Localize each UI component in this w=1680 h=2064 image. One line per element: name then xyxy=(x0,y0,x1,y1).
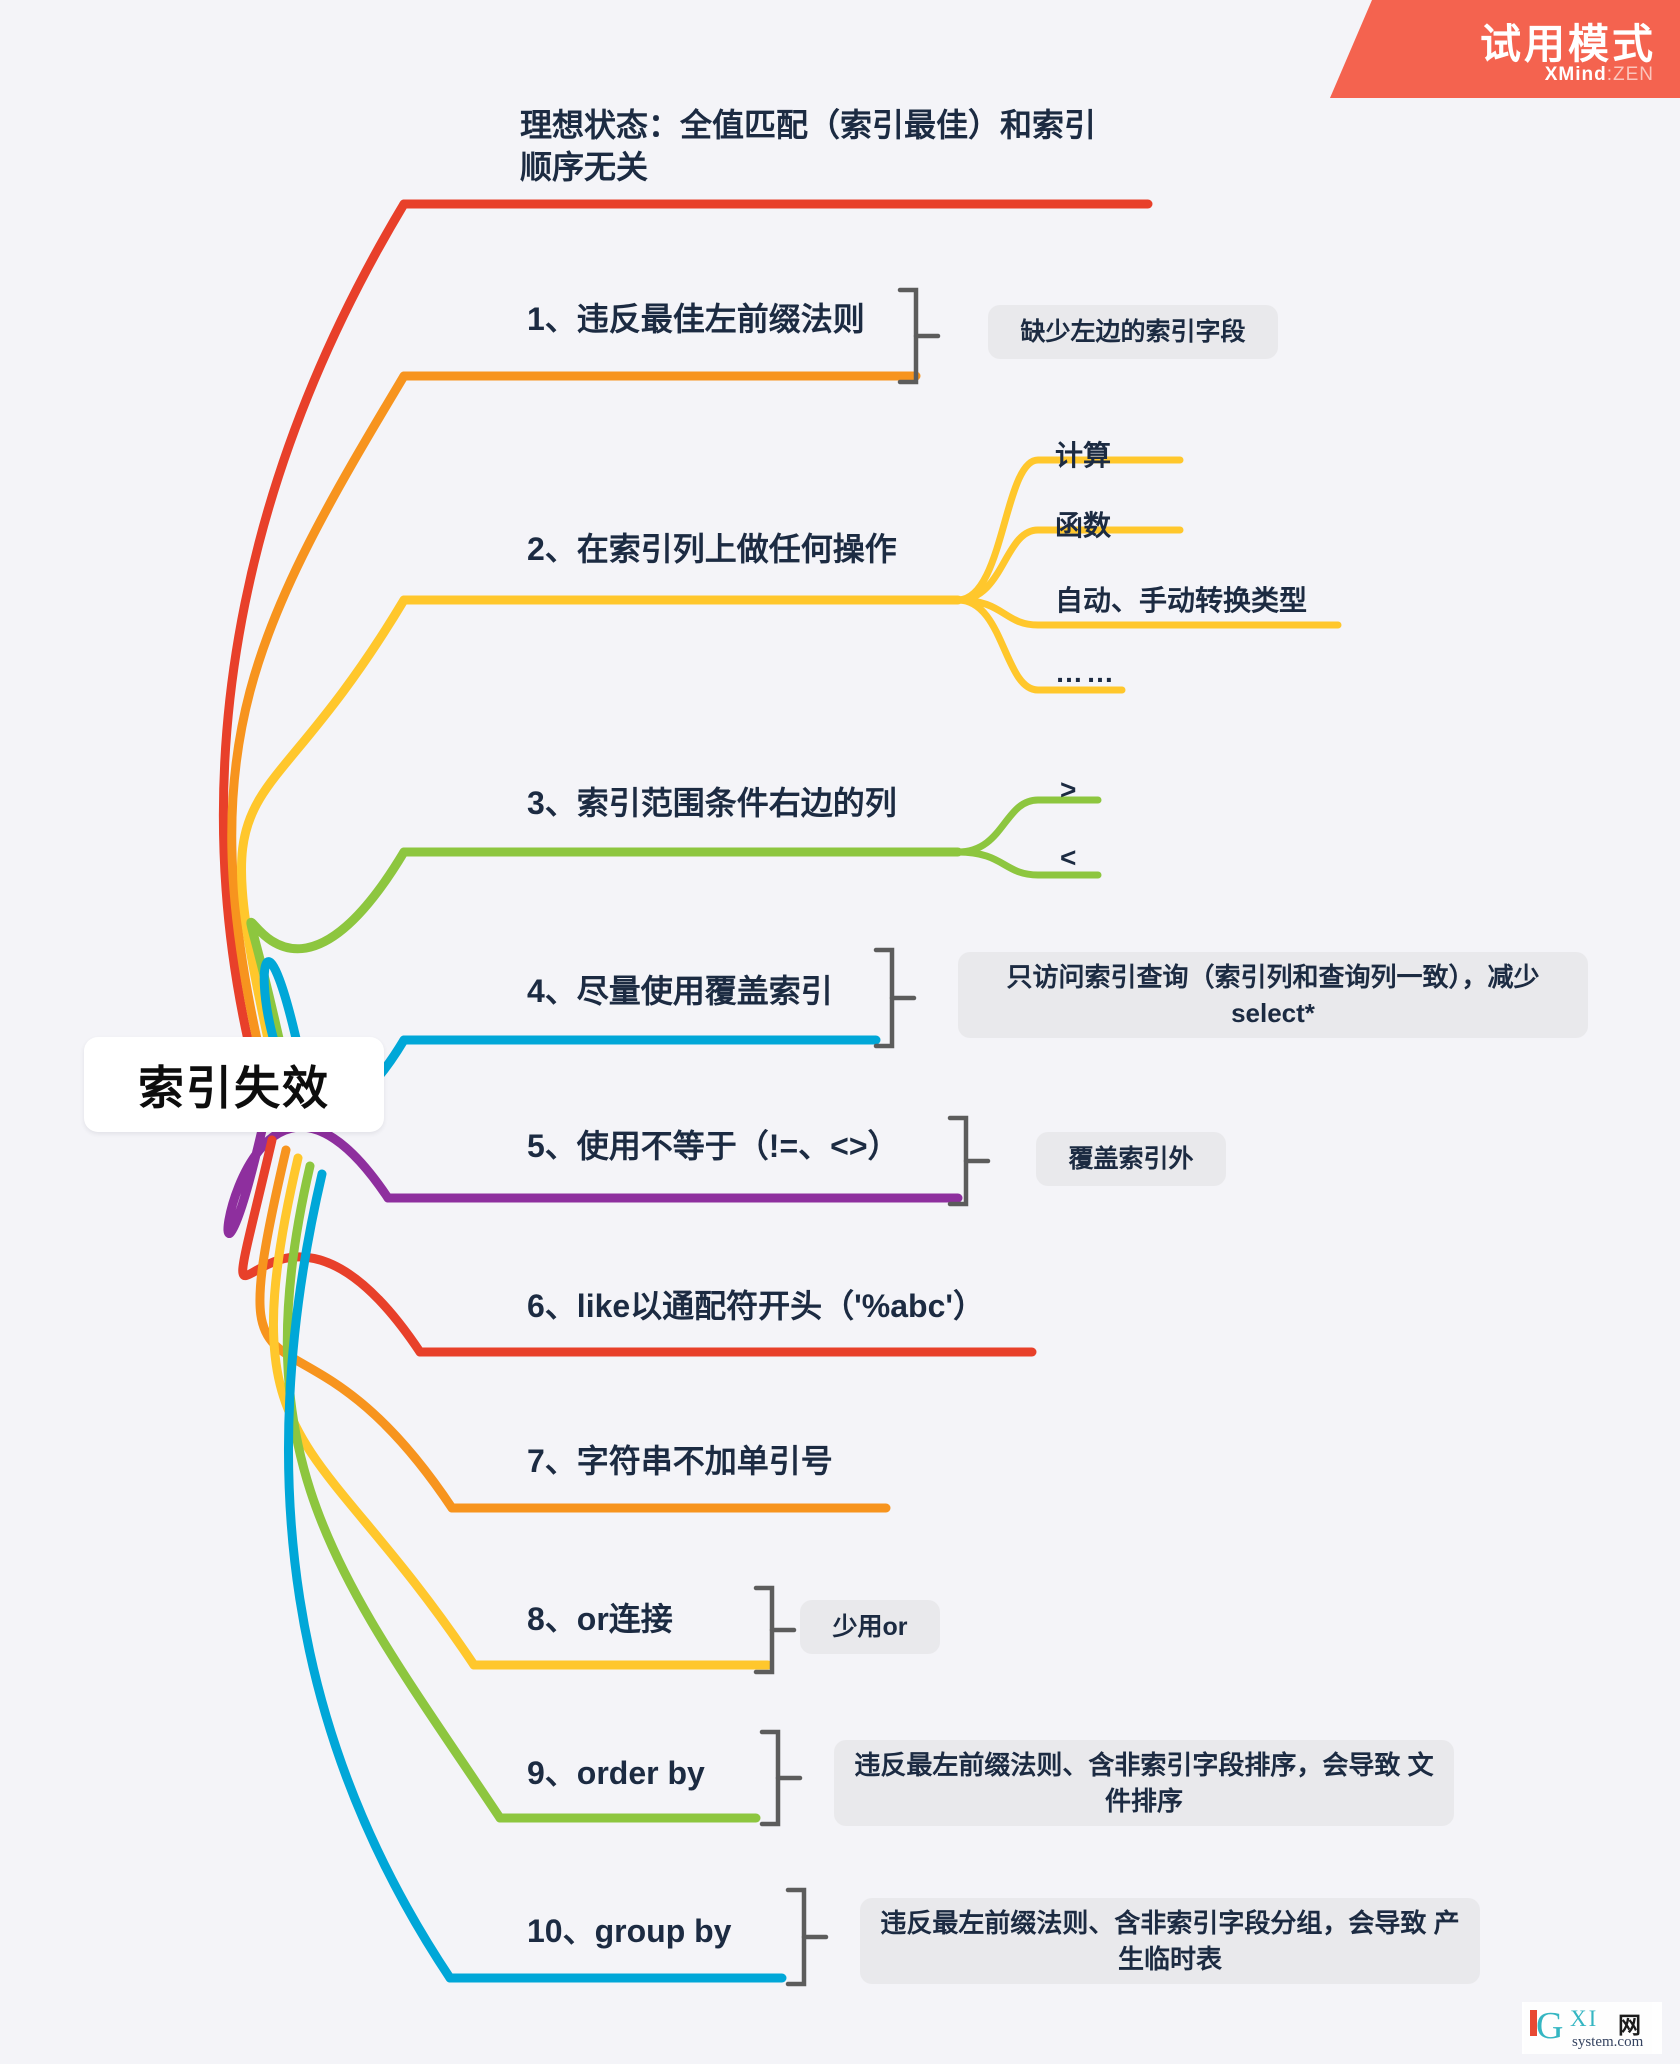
branch-label-rule-6[interactable]: 6、like以通配符开头（'%abc'） xyxy=(527,1285,985,1327)
note-rule-10[interactable]: 违反最左前缀法则、含非索引字段分组，会导致 产生临时表 xyxy=(860,1898,1480,1984)
child-label-rule-2-3[interactable]: …… xyxy=(1055,655,1117,692)
note-rule-4[interactable]: 只访问索引查询（索引列和查询列一致），减少 select* xyxy=(958,952,1588,1038)
branch-label-rule-10[interactable]: 10、group by xyxy=(527,1910,731,1952)
branch-label-rule-8[interactable]: 8、or连接 xyxy=(527,1598,673,1640)
note-rule-5[interactable]: 覆盖索引外 xyxy=(1036,1132,1226,1186)
branch-label-rule-9[interactable]: 9、order by xyxy=(527,1752,705,1794)
watermark-mid: XI xyxy=(1570,2006,1599,2031)
xmind-brand-sub: ZEN xyxy=(1613,64,1654,85)
xmind-brand-main: XMind xyxy=(1544,64,1607,85)
central-topic[interactable]: 索引失效 xyxy=(84,1037,384,1132)
branch-label-rule-3[interactable]: 3、索引范围条件右边的列 xyxy=(527,782,897,824)
child-label-rule-2-1[interactable]: 函数 xyxy=(1055,508,1111,545)
branch-label-rule-7[interactable]: 7、字符串不加单引号 xyxy=(527,1440,833,1482)
child-label-rule-3-0[interactable]: > xyxy=(1060,772,1076,809)
child-label-rule-3-1[interactable]: < xyxy=(1060,840,1076,877)
branch-label-ideal-state[interactable]: 理想状态：全值匹配（索引最佳）和索引 顺序无关 xyxy=(520,104,1096,188)
watermark-letter: G xyxy=(1536,2005,1564,2047)
watermark: G XI 网 system.com xyxy=(1522,2002,1662,2054)
xmind-brand: XMind:ZEN xyxy=(1545,64,1654,86)
child-label-rule-2-0[interactable]: 计算 xyxy=(1055,438,1111,475)
mindmap-canvas: 索引失效 理想状态：全值匹配（索引最佳）和索引 顺序无关 1、违反最佳左前缀法则 缺… xyxy=(0,0,1680,2064)
trial-mode-badge: 试用模式 XMind:ZEN xyxy=(1330,0,1680,98)
branch-label-rule-1[interactable]: 1、违反最佳左前缀法则 xyxy=(527,298,865,340)
trial-mode-title: 试用模式 xyxy=(1480,21,1656,67)
watermark-site: system.com xyxy=(1572,2034,1644,2050)
central-topic-label: 索引失效 xyxy=(138,1061,330,1114)
branch-label-rule-2[interactable]: 2、在索引列上做任何操作 xyxy=(527,528,897,570)
note-rule-9[interactable]: 违反最左前缀法则、含非索引字段排序，会导致 文件排序 xyxy=(834,1740,1454,1826)
note-rule-1[interactable]: 缺少左边的索引字段 xyxy=(988,305,1278,359)
note-rule-8[interactable]: 少用or xyxy=(800,1600,940,1654)
branch-label-rule-4[interactable]: 4、尽量使用覆盖索引 xyxy=(527,970,833,1012)
child-label-rule-2-2[interactable]: 自动、手动转换类型 xyxy=(1055,583,1307,620)
branch-label-rule-5[interactable]: 5、使用不等于（!=、<>） xyxy=(527,1125,900,1167)
